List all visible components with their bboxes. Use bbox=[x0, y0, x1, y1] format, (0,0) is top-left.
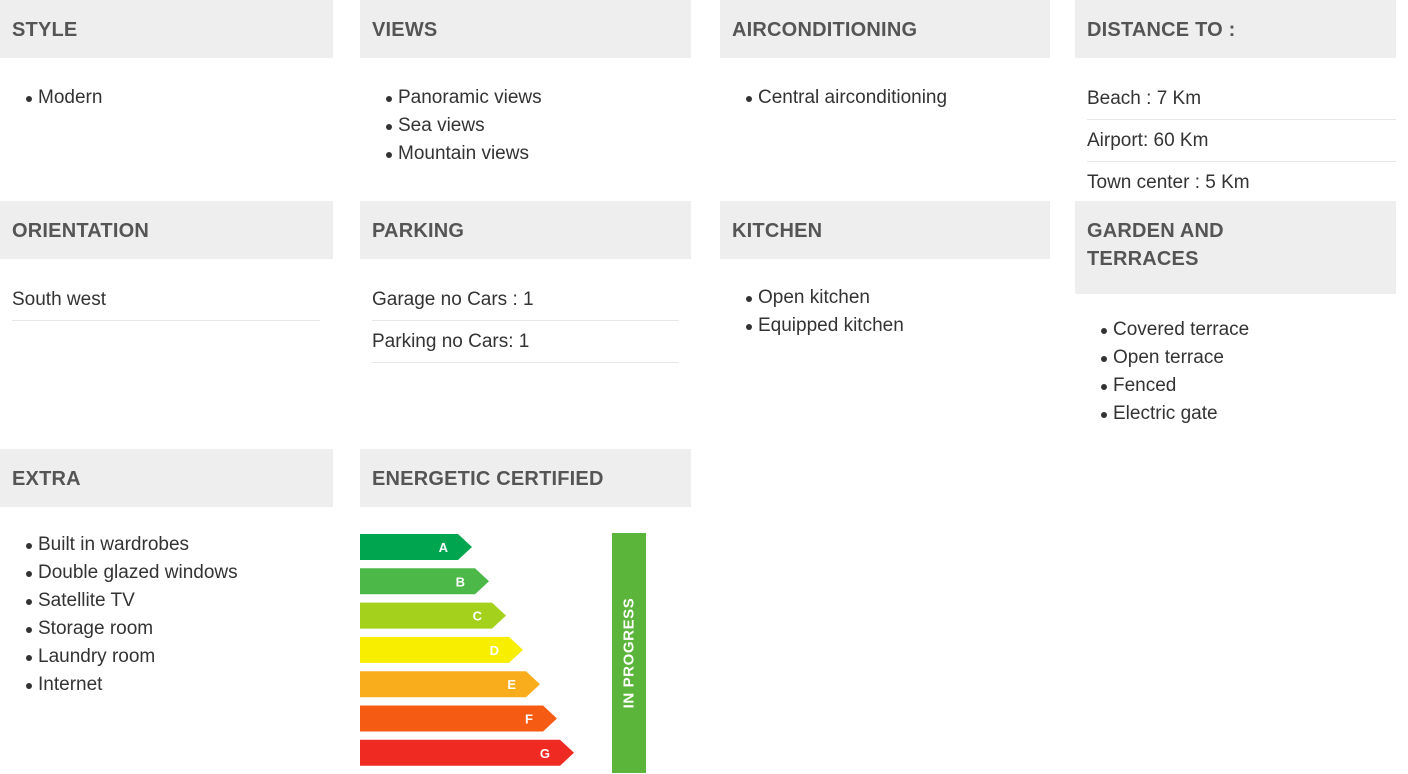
list-item: Open kitchen bbox=[746, 284, 1050, 312]
energy-class-f: F bbox=[360, 705, 557, 732]
energy-status-badge: IN PROGRESS bbox=[612, 533, 646, 773]
energy-class-e: E bbox=[360, 671, 540, 698]
energy-class-label: G bbox=[540, 746, 550, 761]
style-list: Modern bbox=[0, 84, 333, 112]
airconditioning-title: AIRCONDITIONING bbox=[720, 0, 1050, 58]
parking-section: PARKING Garage no Cars : 1 Parking no Ca… bbox=[360, 201, 691, 363]
extra-title: EXTRA bbox=[0, 449, 333, 507]
energy-title: ENERGETIC CERTIFIED bbox=[360, 449, 691, 507]
list-item: Electric gate bbox=[1101, 400, 1396, 428]
list-item: Fenced bbox=[1101, 372, 1396, 400]
parking-row: Garage no Cars : 1 bbox=[372, 287, 679, 321]
list-item: Internet bbox=[26, 671, 333, 699]
airconditioning-section: AIRCONDITIONING Central airconditioning bbox=[720, 0, 1050, 112]
energy-class-b: B bbox=[360, 568, 489, 595]
distance-list: Beach : 7 Km Airport: 60 Km Town center … bbox=[1075, 86, 1396, 204]
energy-class-d: D bbox=[360, 636, 523, 663]
views-section: VIEWS Panoramic views Sea views Mountain… bbox=[360, 0, 691, 168]
garden-title: GARDEN AND TERRACES bbox=[1075, 201, 1396, 294]
list-item: Central airconditioning bbox=[746, 84, 1050, 112]
energy-class-label: A bbox=[439, 540, 449, 555]
list-item: Equipped kitchen bbox=[746, 312, 1050, 340]
list-item: Double glazed windows bbox=[26, 559, 333, 587]
style-section: STYLE Modern bbox=[0, 0, 333, 112]
energy-class-label: B bbox=[456, 574, 465, 589]
views-list: Panoramic views Sea views Mountain views bbox=[360, 84, 691, 168]
energy-class-label: D bbox=[490, 643, 499, 658]
distance-row: Town center : 5 Km bbox=[1087, 162, 1396, 204]
airconditioning-list: Central airconditioning bbox=[720, 84, 1050, 112]
parking-list: Garage no Cars : 1 Parking no Cars: 1 bbox=[360, 287, 679, 363]
list-item: Storage room bbox=[26, 615, 333, 643]
kitchen-section: KITCHEN Open kitchen Equipped kitchen bbox=[720, 201, 1050, 340]
kitchen-title: KITCHEN bbox=[720, 201, 1050, 259]
list-item: Modern bbox=[26, 84, 333, 112]
list-item: Panoramic views bbox=[386, 84, 691, 112]
parking-row: Parking no Cars: 1 bbox=[372, 321, 679, 363]
distance-section: DISTANCE TO : Beach : 7 Km Airport: 60 K… bbox=[1075, 0, 1396, 204]
views-title: VIEWS bbox=[360, 0, 691, 58]
energy-section: ENERGETIC CERTIFIED bbox=[360, 449, 691, 507]
energy-class-c: C bbox=[360, 602, 506, 629]
garden-section: GARDEN AND TERRACES Covered terrace Open… bbox=[1075, 201, 1396, 428]
orientation-list: South west bbox=[0, 287, 320, 321]
list-item: Open terrace bbox=[1101, 344, 1396, 372]
energy-class-bar bbox=[360, 602, 506, 629]
list-item: Covered terrace bbox=[1101, 316, 1396, 344]
energy-class-a: A bbox=[360, 534, 472, 560]
energy-class-g: G bbox=[360, 739, 574, 766]
distance-row: Beach : 7 Km bbox=[1087, 86, 1396, 120]
energy-rating-chart: A B C D E F G bbox=[360, 534, 574, 766]
kitchen-list: Open kitchen Equipped kitchen bbox=[720, 284, 1050, 340]
distance-row: Airport: 60 Km bbox=[1087, 120, 1396, 162]
energy-class-bar bbox=[360, 568, 489, 595]
energy-class-label: F bbox=[525, 712, 533, 727]
list-item: Laundry room bbox=[26, 643, 333, 671]
energy-class-bar bbox=[360, 534, 472, 560]
energy-class-label: C bbox=[473, 609, 483, 624]
list-item: Mountain views bbox=[386, 140, 691, 168]
list-item: Sea views bbox=[386, 112, 691, 140]
orientation-section: ORIENTATION South west bbox=[0, 201, 333, 321]
style-title: STYLE bbox=[0, 0, 333, 58]
parking-title: PARKING bbox=[360, 201, 691, 259]
list-item: Built in wardrobes bbox=[26, 531, 333, 559]
energy-class-label: E bbox=[507, 677, 516, 692]
distance-title: DISTANCE TO : bbox=[1075, 0, 1396, 58]
garden-list: Covered terrace Open terrace Fenced Elec… bbox=[1075, 316, 1396, 428]
energy-status-label: IN PROGRESS bbox=[620, 597, 638, 709]
extra-list: Built in wardrobes Double glazed windows… bbox=[0, 531, 333, 699]
orientation-row: South west bbox=[12, 287, 320, 321]
list-item: Satellite TV bbox=[26, 587, 333, 615]
orientation-title: ORIENTATION bbox=[0, 201, 333, 259]
extra-section: EXTRA Built in wardrobes Double glazed w… bbox=[0, 449, 333, 699]
